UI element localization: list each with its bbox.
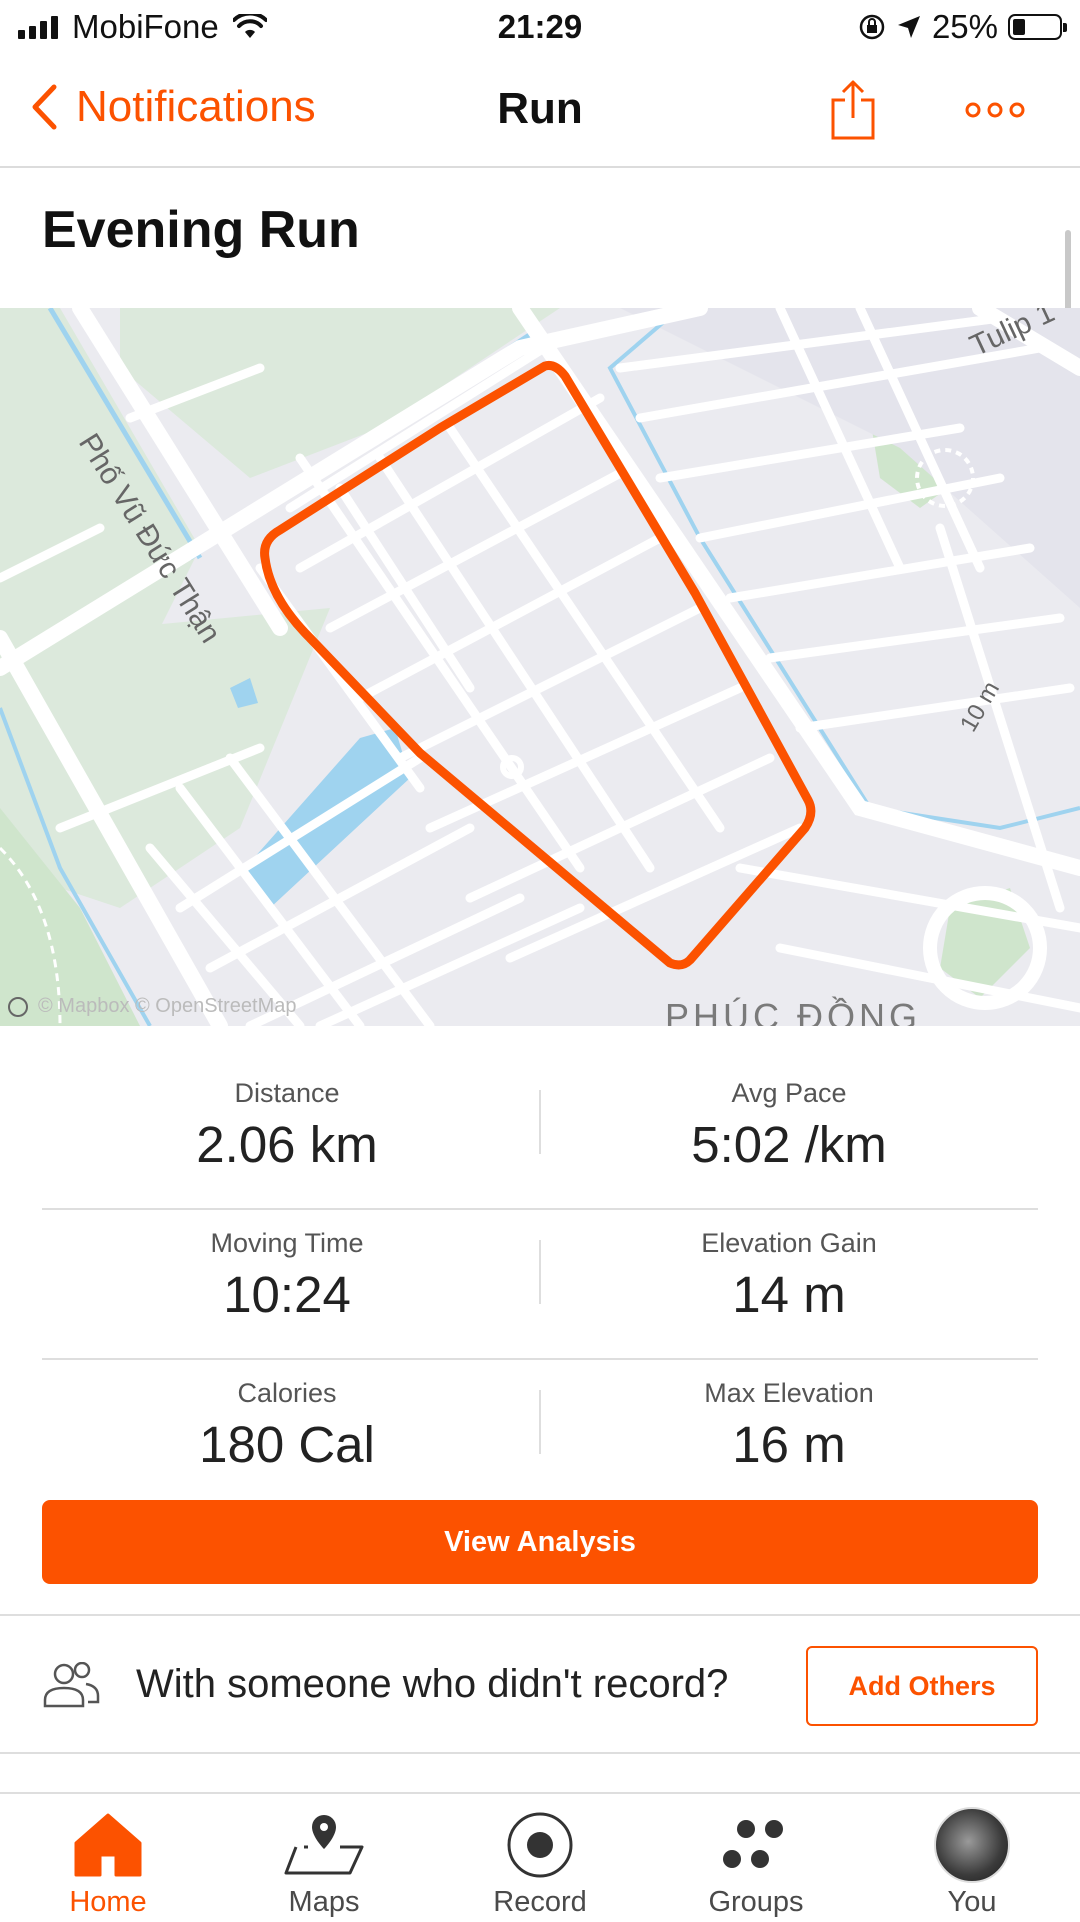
tab-bar: Home Maps Record Groups You	[0, 1792, 1080, 1922]
tab-maps[interactable]: Maps	[216, 1794, 432, 1922]
stat-calories: Calories 180 Cal	[199, 1378, 375, 1473]
people-icon	[43, 1662, 100, 1708]
view-analysis-button[interactable]: View Analysis	[42, 1500, 1038, 1584]
add-others-button[interactable]: Add Others	[806, 1646, 1038, 1726]
stat-avg-pace: Avg Pace 5:02 /km	[691, 1078, 887, 1173]
map-pin-icon	[284, 1815, 364, 1875]
tab-record[interactable]: Record	[432, 1794, 648, 1922]
tab-groups[interactable]: Groups	[648, 1794, 864, 1922]
map-attribution[interactable]: © Mapbox © OpenStreetMap	[8, 995, 297, 1018]
battery-percent: 25%	[931, 8, 998, 45]
tab-you[interactable]: You	[864, 1794, 1080, 1922]
share-button[interactable]	[828, 78, 878, 147]
others-prompt: With someone who didn't record?	[136, 1662, 729, 1706]
location-arrow-icon	[897, 16, 920, 38]
tab-home[interactable]: Home	[0, 1794, 216, 1922]
battery-icon	[1008, 14, 1067, 40]
area-label: PHÚC ĐỒNG	[665, 996, 922, 1026]
avatar	[934, 1807, 1010, 1883]
stat-row: Moving Time 10:24 Elevation Gain 14 m	[42, 1210, 1038, 1360]
navigation-bar: Notifications Run	[0, 60, 1080, 168]
stat-elevation-gain: Elevation Gain 14 m	[701, 1228, 877, 1323]
stat-row: Distance 2.06 km Avg Pace 5:02 /km	[42, 1060, 1038, 1210]
add-others-section: With someone who didn't record? Add Othe…	[42, 1620, 1038, 1750]
more-options-button[interactable]	[965, 100, 1025, 125]
stat-row: Calories 180 Cal Max Elevation 16 m	[42, 1360, 1038, 1508]
share-icon	[831, 80, 875, 140]
stat-max-elevation: Max Elevation 16 m	[704, 1378, 874, 1473]
more-icon	[965, 102, 1025, 118]
activity-title: Evening Run	[42, 201, 360, 259]
page-title: Run	[497, 84, 583, 133]
record-icon	[507, 1812, 573, 1878]
info-icon[interactable]	[8, 996, 28, 1017]
orientation-lock-icon	[859, 14, 885, 40]
map-canvas	[0, 308, 1080, 1026]
status-bar: MobiFone 21:29 25%	[0, 0, 1080, 60]
route-map[interactable]: Phố Vũ Đức Thận Tulip 1 10 m PHÚC ĐỒNG ©…	[0, 308, 1080, 1026]
stats-grid: Distance 2.06 km Avg Pace 5:02 /km Movin…	[42, 1060, 1038, 1508]
groups-icon	[723, 1820, 783, 1868]
stat-distance: Distance 2.06 km	[196, 1078, 378, 1173]
stat-moving-time: Moving Time 10:24	[210, 1228, 364, 1323]
home-icon	[74, 1813, 142, 1877]
